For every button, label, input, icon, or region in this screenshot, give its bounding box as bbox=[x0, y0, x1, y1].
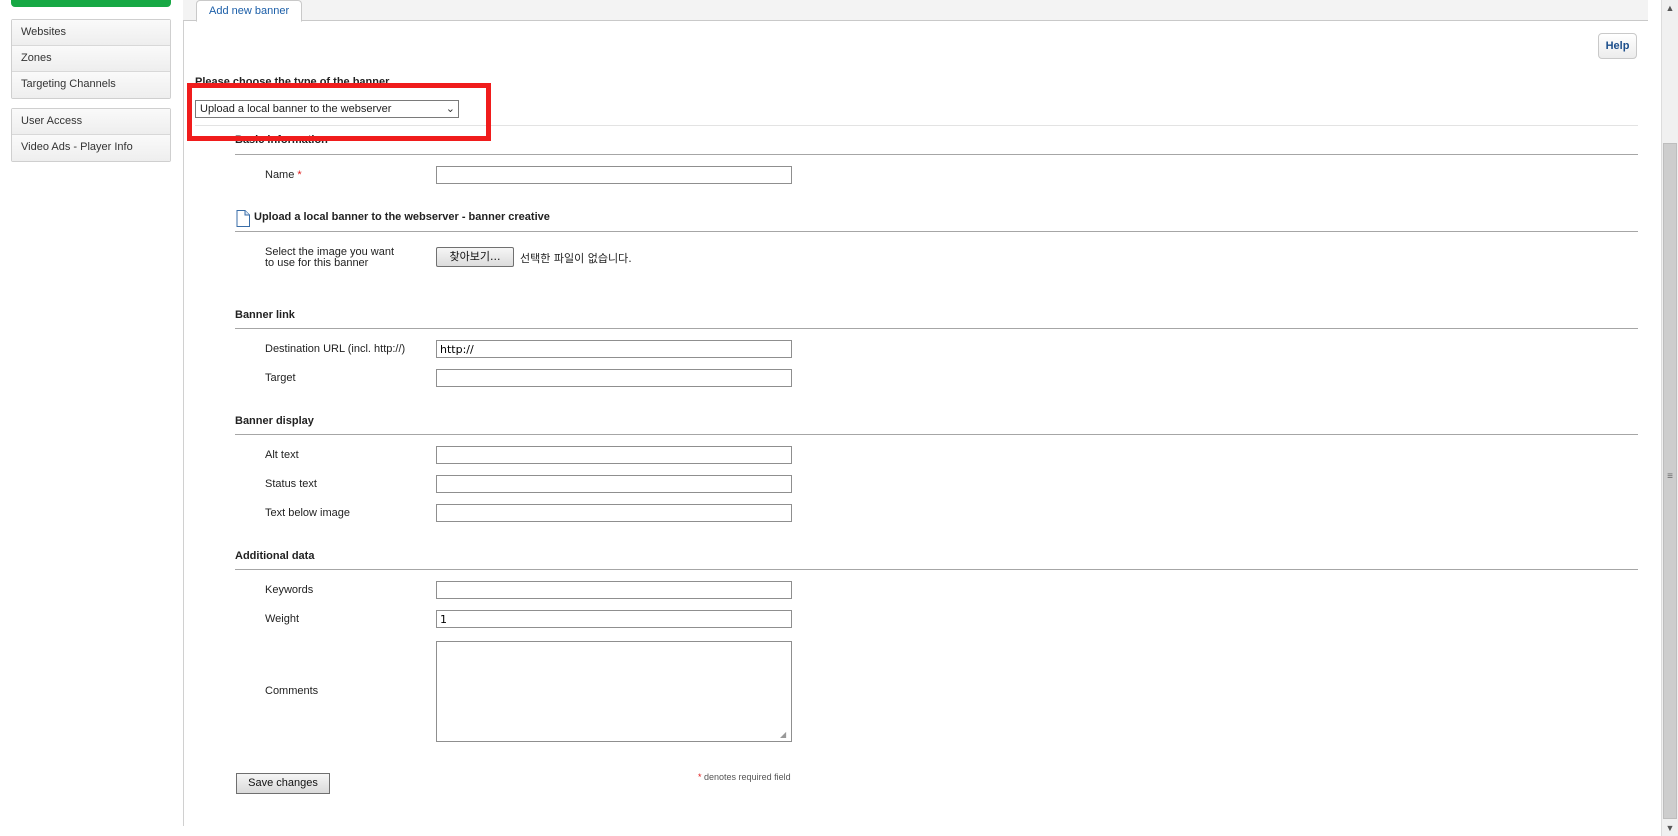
keywords-label: Keywords bbox=[265, 584, 314, 596]
sidebar-item-user-access[interactable]: User Access bbox=[12, 109, 170, 135]
tab-strip bbox=[183, 0, 1648, 21]
section-title-creative: Upload a local banner to the webserver -… bbox=[254, 211, 550, 223]
document-icon bbox=[236, 210, 250, 227]
alt-text-label: Alt text bbox=[265, 449, 299, 461]
section-divider bbox=[235, 328, 1638, 329]
resize-grip-icon[interactable]: ◢ bbox=[780, 730, 786, 739]
sidebar-item-video-ads-player-info[interactable]: Video Ads - Player Info bbox=[12, 135, 170, 161]
required-field-note: * denotes required field bbox=[698, 772, 791, 782]
scroll-down-icon[interactable]: ▼ bbox=[1662, 820, 1678, 836]
scroll-grip-icon: ≡ bbox=[1667, 471, 1673, 482]
weight-input[interactable] bbox=[436, 610, 792, 628]
save-changes-button[interactable]: Save changes bbox=[236, 773, 330, 794]
section-title-basic: Basic information bbox=[235, 134, 328, 146]
sidebar-group-admin: User Access Video Ads - Player Info bbox=[11, 108, 171, 162]
section-divider bbox=[235, 434, 1638, 435]
weight-label: Weight bbox=[265, 613, 300, 625]
section-title-additional: Additional data bbox=[235, 550, 315, 562]
no-file-selected-text: 선택한 파일이 없습니다. bbox=[520, 252, 632, 265]
section-divider bbox=[235, 569, 1638, 570]
sidebar-item-targeting-channels[interactable]: Targeting Channels bbox=[12, 72, 170, 98]
status-text-label: Status text bbox=[265, 478, 317, 490]
comments-textarea[interactable] bbox=[436, 641, 792, 742]
divider bbox=[195, 125, 1638, 126]
scroll-up-icon[interactable]: ▲ bbox=[1662, 0, 1678, 16]
section-title-link: Banner link bbox=[235, 309, 295, 321]
target-label: Target bbox=[265, 372, 296, 384]
help-button[interactable]: Help bbox=[1598, 33, 1637, 59]
browse-file-button[interactable]: 찾아보기... bbox=[436, 247, 514, 267]
tab-add-new-banner[interactable]: Add new banner bbox=[196, 0, 303, 22]
section-divider bbox=[235, 231, 1638, 232]
section-title-display: Banner display bbox=[235, 415, 314, 427]
destination-url-label: Destination URL (incl. http://) bbox=[265, 343, 406, 355]
alt-text-input[interactable] bbox=[436, 446, 792, 464]
scrollbar-thumb[interactable]: ≡ bbox=[1663, 143, 1677, 819]
primary-action-bar[interactable] bbox=[11, 0, 171, 7]
main-content-area bbox=[183, 0, 1648, 826]
name-label: Name * bbox=[265, 169, 302, 181]
vertical-scrollbar[interactable]: ▲ ≡ ▼ bbox=[1661, 0, 1678, 836]
text-below-image-label: Text below image bbox=[265, 507, 350, 519]
chevron-down-icon: ⌄ bbox=[445, 103, 455, 115]
image-select-label: Select the image you want to use for thi… bbox=[265, 246, 395, 269]
name-input[interactable] bbox=[436, 166, 792, 184]
keywords-input[interactable] bbox=[436, 581, 792, 599]
sidebar-group-inventory: Websites Zones Targeting Channels bbox=[11, 19, 171, 99]
sidebar-item-zones[interactable]: Zones bbox=[12, 46, 170, 72]
sidebar-item-websites[interactable]: Websites bbox=[12, 20, 170, 46]
section-divider bbox=[235, 154, 1638, 155]
text-below-image-input[interactable] bbox=[436, 504, 792, 522]
comments-label: Comments bbox=[265, 685, 319, 697]
destination-url-input[interactable] bbox=[436, 340, 792, 358]
banner-type-select[interactable]: Upload a local banner to the webserver ⌄ bbox=[195, 100, 459, 118]
status-text-input[interactable] bbox=[436, 475, 792, 493]
required-marker: * bbox=[297, 169, 302, 181]
banner-type-prompt: Please choose the type of the banner bbox=[195, 76, 390, 88]
target-input[interactable] bbox=[436, 369, 792, 387]
